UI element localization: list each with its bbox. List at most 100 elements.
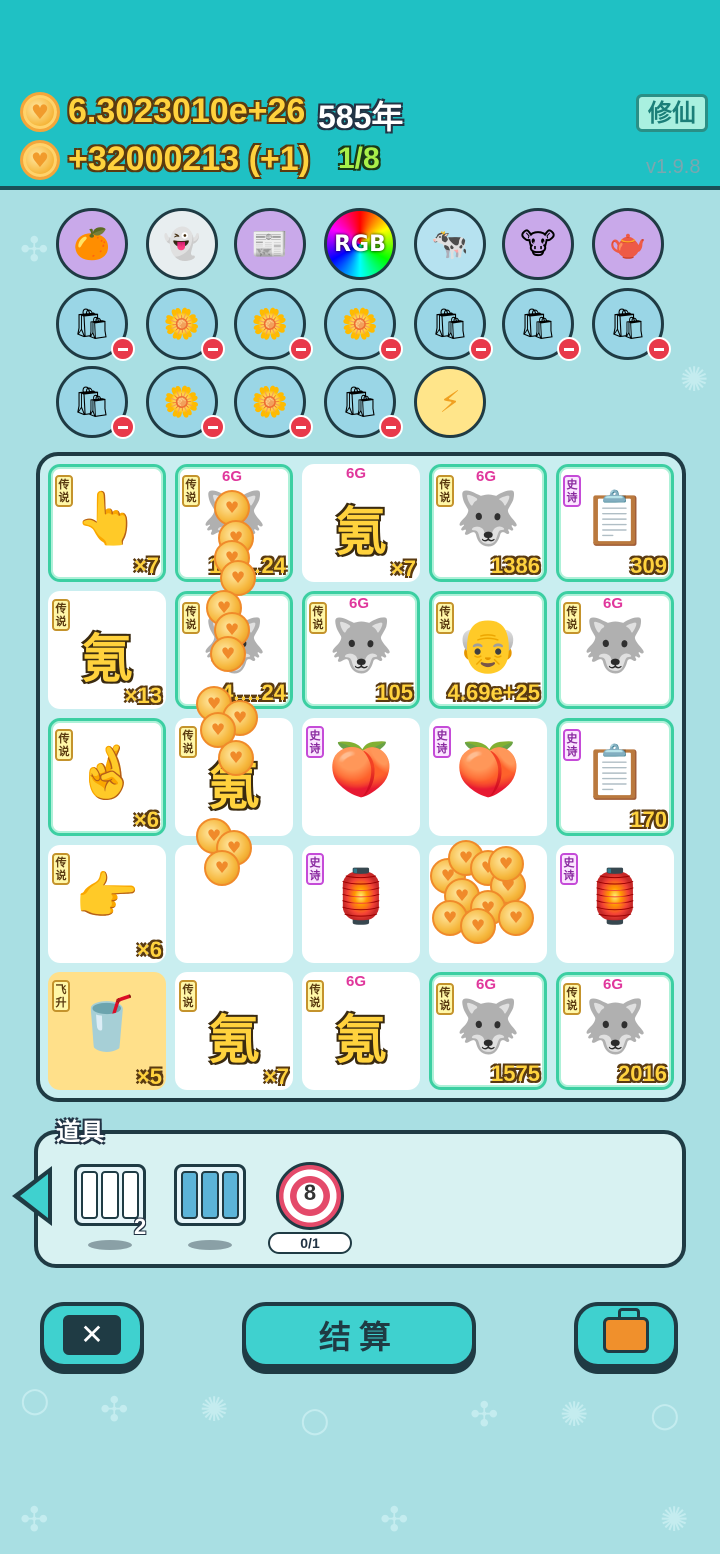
bag-item[interactable]: 🛍 [592, 288, 671, 361]
cell-item-icon: 🐺 [328, 616, 394, 676]
bg-decoration: ✣ [20, 1500, 49, 1540]
lightning-item[interactable]: ⚡ [414, 366, 486, 438]
board-cell[interactable]: 史诗 🏮 [556, 845, 674, 963]
sack-icon: 🛍 [340, 384, 380, 420]
cell-count: 1386 [491, 553, 540, 578]
board-cell[interactable]: 史诗 📋 309 [556, 464, 674, 582]
board-cell[interactable]: 传说 👉 ×6 [48, 845, 166, 963]
board-cell[interactable]: 传说 🤞 ×6 [48, 718, 166, 836]
cell-item-icon: 🐺 [582, 616, 648, 676]
refresh-slots-count: 2 [134, 1214, 147, 1239]
board-cell[interactable]: 传说氪 ×13 [48, 591, 166, 709]
ox-icon: 🐮 [520, 226, 556, 262]
target-number: 8 [303, 1180, 317, 1205]
g6-badge: 6G [222, 468, 243, 485]
flower-item[interactable]: 🌼 [146, 366, 225, 439]
remove-icon[interactable] [469, 337, 493, 361]
flower-item[interactable]: 🌼 [234, 366, 313, 439]
g6-badge: 6G [476, 468, 497, 485]
cell-count: 309 [630, 553, 667, 578]
bag-item[interactable]: 🛍 [56, 366, 135, 439]
board-cell[interactable]: 传说 6G 🐺 1386 [429, 464, 547, 582]
remove-icon[interactable] [379, 337, 403, 361]
remove-icon[interactable] [111, 337, 135, 361]
flower-item[interactable]: 🌼 [146, 288, 225, 361]
rgb-icon: RGB [334, 231, 386, 257]
board-cell[interactable]: 史诗 📋 170 [556, 718, 674, 836]
cell-item-icon: 🤞 [74, 743, 140, 803]
flying-coin-icon [218, 740, 254, 776]
remove-icon[interactable] [201, 337, 225, 361]
gravy-boat-icon: 🫖 [609, 226, 647, 262]
board-cell[interactable]: 史诗 🍑 [429, 718, 547, 836]
g6-badge: 6G [346, 973, 367, 990]
close-icon: ✕ [63, 1315, 121, 1355]
magazine-icon: 📰 [251, 226, 289, 262]
version-label: v1.9.8 [646, 156, 701, 178]
board-cell[interactable]: 传说 6G 🐺 1575 [429, 972, 547, 1090]
board-cell[interactable]: 传说 6G 🐺 105 [302, 591, 420, 709]
cell-item-icon: 🐺 [455, 489, 521, 549]
cell-item-icon: 🍑 [455, 740, 521, 800]
bag-item[interactable]: 🛍 [56, 288, 135, 361]
settle-button[interactable]: 结算 [242, 1302, 476, 1368]
gravy-boat-item[interactable]: 🫖 [592, 208, 664, 280]
flower-item[interactable]: 🌼 [324, 288, 403, 361]
board-cell[interactable]: 6G 氪 ×7 [302, 464, 420, 582]
board-cell[interactable]: 传说 👴 4.69e+25 [429, 591, 547, 709]
ox-card-item[interactable]: 🐮 [502, 208, 574, 280]
coin-icon [20, 140, 60, 180]
board-cell[interactable]: 传说 👆 ×7 [48, 464, 166, 582]
board-cell[interactable]: 史诗 🍑 [302, 718, 420, 836]
bg-decoration: ✣ [100, 1390, 129, 1430]
flying-coin-icon [210, 636, 246, 672]
flying-coin-icon [204, 850, 240, 886]
briefcase-button[interactable] [574, 1302, 678, 1368]
remove-icon[interactable] [379, 415, 403, 439]
cows-item[interactable]: 🐄 [414, 208, 486, 280]
board-cell[interactable]: 传说 6G 🐺 2016 [556, 972, 674, 1090]
cell-count: ×5 [136, 1064, 162, 1089]
cell-item-icon: 🥤 [74, 994, 140, 1054]
sack-icon: 🛍 [518, 306, 558, 342]
cell-count: 1575 [491, 1061, 540, 1086]
flower-item[interactable]: 🌼 [234, 288, 313, 361]
g6-badge: 6G [603, 595, 624, 612]
board-cell[interactable]: 传说氪 ×7 [175, 972, 293, 1090]
krypton-character: 氪 [334, 1011, 387, 1071]
board-cell[interactable]: 传说 6G 🐺 [556, 591, 674, 709]
bag-item[interactable]: 🛍 [414, 288, 493, 361]
remove-icon[interactable] [557, 337, 581, 361]
cell-count: ×6 [133, 807, 159, 832]
flying-coin-icon [498, 900, 534, 936]
remove-icon[interactable] [201, 415, 225, 439]
chevron-left-icon [20, 1174, 48, 1218]
level-progress: 1/8 [338, 142, 380, 175]
bag-item[interactable]: 🛍 [324, 366, 403, 439]
time-magazine-item[interactable]: 📰 [234, 208, 306, 280]
grapefruit-item[interactable]: 🍊 [56, 208, 128, 280]
g6-badge: 6G [346, 465, 367, 482]
remove-icon[interactable] [289, 415, 313, 439]
close-button[interactable]: ✕ [40, 1302, 144, 1368]
grapefruit-icon: 🍊 [73, 226, 111, 262]
remove-icon[interactable] [647, 337, 671, 361]
cell-count: ×7 [390, 556, 416, 581]
board-cell[interactable]: 史诗 🏮 [302, 845, 420, 963]
remove-icon[interactable] [289, 337, 313, 361]
cell-item-icon: 🏮 [582, 867, 648, 927]
board-cell[interactable]: 传说 6G 氪 [302, 972, 420, 1090]
board-cell[interactable]: 飞升 🥤 ×5 [48, 972, 166, 1090]
rare-slots-item[interactable] [174, 1164, 246, 1226]
g6-badge: 6G [349, 595, 370, 612]
remove-icon[interactable] [111, 415, 135, 439]
years-label: 585年 [318, 99, 404, 135]
ghost-item[interactable]: 👻 [146, 208, 218, 280]
cell-count: 170 [630, 807, 667, 832]
cell-item-icon: 🍑 [328, 740, 394, 800]
xiuxian-button[interactable]: 修仙 [636, 94, 708, 132]
bag-item[interactable]: 🛍 [502, 288, 581, 361]
cell-item-icon: 📋 [582, 489, 648, 549]
cell-item-icon: 📋 [582, 743, 648, 803]
rgb-item[interactable]: RGB [324, 208, 396, 280]
